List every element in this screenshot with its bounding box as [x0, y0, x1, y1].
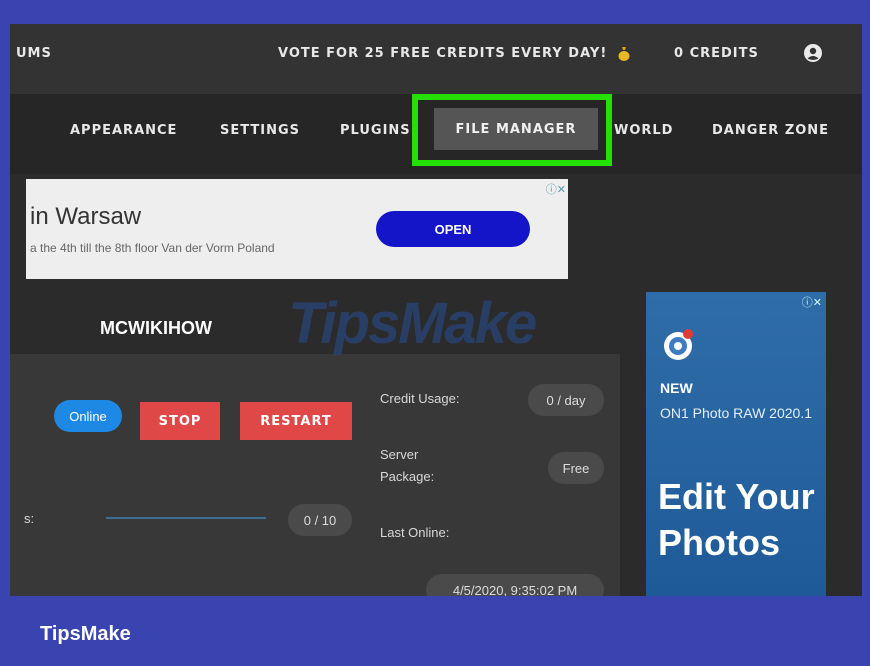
tab-world[interactable]: WORLD: [614, 123, 673, 138]
status-badge: Online: [54, 400, 122, 432]
players-slider: [106, 517, 266, 519]
vote-link[interactable]: VOTE FOR 25 FREE CREDITS EVERY DAY!: [278, 46, 607, 61]
ad-title: in Warsaw: [30, 203, 142, 230]
side-ad-product: ON1 Photo RAW 2020.1: [660, 405, 813, 421]
side-ad-close-icon[interactable]: ⓘ✕: [802, 294, 822, 310]
top-bar: UMS VOTE FOR 25 FREE CREDITS EVERY DAY! …: [10, 24, 862, 94]
ad-close-icon[interactable]: ⓘ✕: [546, 181, 566, 197]
ad-subtitle: a the 4th till the 8th floor Van der Vor…: [30, 241, 275, 255]
tab-plugins[interactable]: PLUGINS: [340, 123, 411, 138]
credit-usage-value: 0 / day: [528, 384, 604, 416]
ad-open-button[interactable]: OPEN: [376, 211, 530, 247]
app-frame: UMS VOTE FOR 25 FREE CREDITS EVERY DAY! …: [10, 24, 862, 596]
footer-brand: TipsMake: [40, 623, 131, 645]
tab-danger-zone[interactable]: DANGER ZONE: [712, 123, 829, 138]
account-icon[interactable]: [804, 44, 822, 62]
side-ad-headline: Edit Your Photos: [658, 476, 815, 563]
stop-button[interactable]: STOP: [140, 402, 220, 440]
side-ad[interactable]: ⓘ✕ NEW ON1 Photo RAW 2020.1 Edit Your Ph…: [646, 292, 826, 596]
tab-settings[interactable]: SETTINGS: [220, 123, 300, 138]
credit-usage-label: Credit Usage:: [380, 391, 460, 406]
watermark-logo: TipsMake: [288, 291, 537, 356]
restart-button[interactable]: RESTART: [240, 402, 352, 440]
money-bag-icon: [618, 46, 630, 61]
last-online-label: Last Online:: [380, 525, 450, 540]
package-value: Free: [548, 452, 604, 484]
tab-file-manager[interactable]: FILE MANAGER: [434, 108, 598, 150]
server-panel: [10, 354, 620, 596]
on1-logo-icon: [660, 326, 696, 362]
players-value: 0 / 10: [288, 504, 352, 536]
tab-appearance[interactable]: APPEARANCE: [70, 123, 177, 138]
players-label: s:: [24, 511, 35, 526]
last-online-value: 4/5/2020, 9:35:02 PM: [426, 574, 604, 596]
side-ad-new-label: NEW: [660, 380, 693, 396]
forums-link[interactable]: UMS: [16, 46, 52, 61]
server-name: MCWIKIHOW: [100, 318, 212, 338]
credits-display[interactable]: 0 CREDITS: [674, 46, 759, 61]
package-label: Server Package:: [380, 447, 435, 484]
ad-banner[interactable]: in Warsaw a the 4th till the 8th floor V…: [26, 179, 568, 279]
